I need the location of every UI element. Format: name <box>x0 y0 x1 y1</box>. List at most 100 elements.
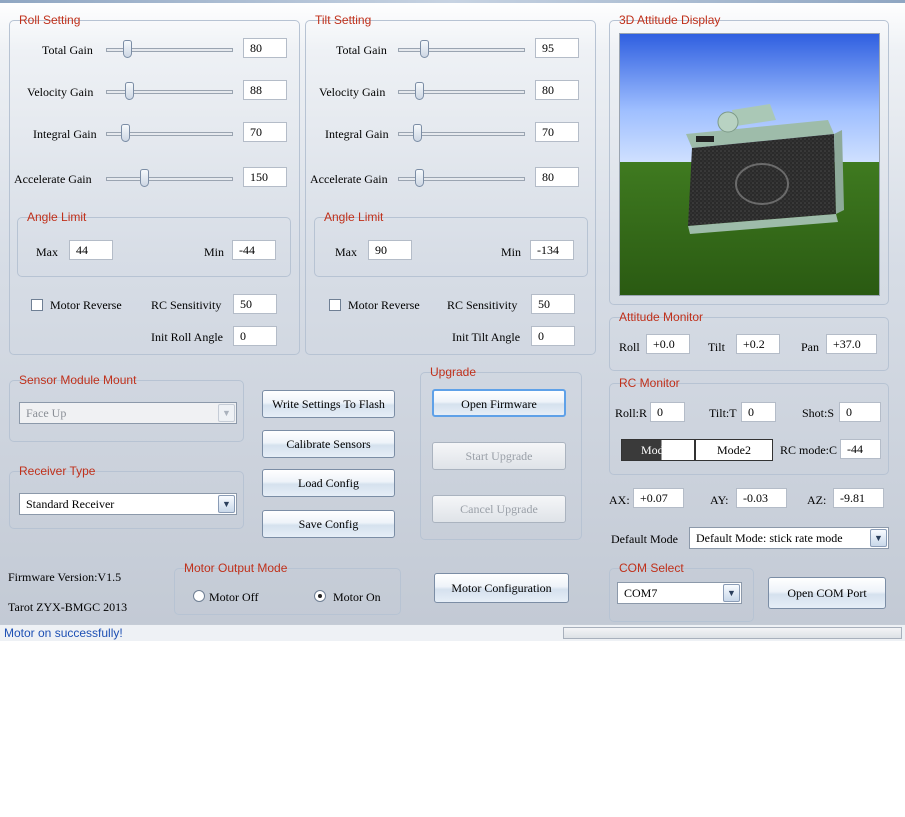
chevron-down-icon[interactable]: ▼ <box>218 495 235 513</box>
roll-accelerate-gain-input[interactable]: 150 <box>243 167 287 187</box>
tilt-accelerate-gain-input[interactable]: 80 <box>535 167 579 187</box>
az-label: AZ: <box>807 493 827 507</box>
tilt-max-input[interactable]: 90 <box>368 240 412 260</box>
slider-thumb[interactable] <box>415 82 424 100</box>
chevron-down-icon[interactable]: ▼ <box>723 584 740 602</box>
ay-label: AY: <box>710 493 729 507</box>
roll-integral-gain-input[interactable]: 70 <box>243 122 287 142</box>
tilt-min-input[interactable]: -134 <box>530 240 574 260</box>
tilt-velocity-gain-slider[interactable] <box>398 82 525 100</box>
rc-shot-label: Shot:S <box>802 406 835 420</box>
roll-accelerate-gain-slider[interactable] <box>106 169 233 187</box>
tilt-motor-reverse-checkbox[interactable] <box>329 299 341 311</box>
roll-angle-limit-title: Angle Limit <box>27 210 87 224</box>
firmware-version: Firmware Version:V1.5 <box>8 570 122 584</box>
motor-on-label: Motor On <box>333 590 381 604</box>
receiver-type-select[interactable]: Standard Receiver ▼ <box>19 493 237 515</box>
rc-mode-label: RC mode:C <box>780 443 838 457</box>
com-select-title: COM Select <box>619 561 684 575</box>
roll-total-gain-input[interactable]: 80 <box>243 38 287 58</box>
slider-thumb[interactable] <box>123 40 132 58</box>
window-top-border <box>0 0 905 3</box>
attitude-monitor-title: Attitude Monitor <box>619 310 704 324</box>
default-mode-label: Default Mode <box>611 532 678 546</box>
status-bar: Motor on successfully! <box>0 624 905 641</box>
roll-max-input[interactable]: 44 <box>69 240 113 260</box>
motor-off-radio[interactable] <box>193 590 205 602</box>
tilt-total-gain-input[interactable]: 95 <box>535 38 579 58</box>
save-config-button[interactable]: Save Config <box>262 510 395 538</box>
init-roll-angle-label: Init Roll Angle <box>151 330 223 344</box>
attitude-pan-label: Pan <box>801 340 819 354</box>
roll-velocity-gain-input[interactable]: 88 <box>243 80 287 100</box>
chevron-down-icon[interactable]: ▼ <box>870 529 887 547</box>
init-roll-angle-input[interactable]: 0 <box>233 326 277 346</box>
rc-monitor-title: RC Monitor <box>619 376 680 390</box>
slider-track <box>398 48 525 52</box>
init-tilt-angle-label: Init Tilt Angle <box>452 330 521 344</box>
slider-thumb[interactable] <box>125 82 134 100</box>
tilt-setting-title: Tilt Setting <box>315 13 372 27</box>
roll-total-gain-slider[interactable] <box>106 40 233 58</box>
chevron-down-icon[interactable]: ▼ <box>218 404 235 422</box>
rc-roll-value: 0 <box>650 402 685 422</box>
rc-tilt-value: 0 <box>741 402 776 422</box>
tilt-rc-sensitivity-input[interactable]: 50 <box>531 294 575 314</box>
com-port-select[interactable]: COM7 ▼ <box>617 582 742 604</box>
status-message: Motor on successfully! <box>4 626 123 640</box>
tilt-total-gain-slider[interactable] <box>398 40 525 58</box>
rc-tilt-label: Tilt:T <box>709 406 737 420</box>
roll-motor-reverse-label: Motor Reverse <box>50 298 122 312</box>
motor-configuration-button[interactable]: Motor Configuration <box>434 573 569 603</box>
attitude-tilt-label: Tilt <box>708 340 725 354</box>
roll-max-label: Max <box>36 245 58 259</box>
tilt-integral-gain-input[interactable]: 70 <box>535 122 579 142</box>
roll-min-label: Min <box>204 245 225 259</box>
mode1-indicator: Mode1 <box>621 439 695 461</box>
slider-thumb[interactable] <box>413 124 422 142</box>
roll-motor-reverse-checkbox[interactable] <box>31 299 43 311</box>
tilt-accelerate-gain-slider[interactable] <box>398 169 525 187</box>
motor-on-radio[interactable] <box>314 590 326 602</box>
tilt-velocity-gain-input[interactable]: 80 <box>535 80 579 100</box>
slider-thumb[interactable] <box>121 124 130 142</box>
rc-shot-value: 0 <box>839 402 881 422</box>
tilt-integral-gain-label: Integral Gain <box>325 127 389 141</box>
roll-rc-sensitivity-input[interactable]: 50 <box>233 294 277 314</box>
mode2-indicator: Mode2 <box>695 439 773 461</box>
default-mode-select[interactable]: Default Mode: stick rate mode ▼ <box>689 527 889 549</box>
camera-model-icon <box>620 34 879 295</box>
attitude-roll-label: Roll <box>619 340 640 354</box>
upgrade-title: Upgrade <box>430 365 477 379</box>
slider-thumb[interactable] <box>140 169 149 187</box>
rc-monitor-group: RC Monitor <box>609 376 889 475</box>
roll-integral-gain-slider[interactable] <box>106 124 233 142</box>
ay-value: -0.03 <box>736 488 787 508</box>
attitude-roll-value: +0.0 <box>646 334 690 354</box>
slider-thumb[interactable] <box>415 169 424 187</box>
write-settings-to-flash-button[interactable]: Write Settings To Flash <box>262 390 395 418</box>
progress-bar <box>563 627 902 639</box>
calibrate-sensors-button[interactable]: Calibrate Sensors <box>262 430 395 458</box>
ax-value: +0.07 <box>633 488 684 508</box>
tilt-motor-reverse-label: Motor Reverse <box>348 298 420 312</box>
roll-integral-gain-label: Integral Gain <box>33 127 97 141</box>
open-firmware-button[interactable]: Open Firmware <box>432 389 566 417</box>
roll-min-input[interactable]: -44 <box>232 240 276 260</box>
az-value: -9.81 <box>833 488 884 508</box>
attitude-display-title: 3D Attitude Display <box>619 13 721 27</box>
tilt-min-label: Min <box>501 245 522 259</box>
open-com-port-button[interactable]: Open COM Port <box>768 577 886 609</box>
load-config-button[interactable]: Load Config <box>262 469 395 497</box>
start-upgrade-button[interactable]: Start Upgrade <box>432 442 566 470</box>
app-window: Roll Setting Total Gain 80 Velocity Gain… <box>0 0 905 641</box>
slider-thumb[interactable] <box>420 40 429 58</box>
roll-velocity-gain-slider[interactable] <box>106 82 233 100</box>
ax-label: AX: <box>609 493 630 507</box>
roll-rc-sensitivity-label: RC Sensitivity <box>151 298 222 312</box>
tilt-integral-gain-slider[interactable] <box>398 124 525 142</box>
roll-setting-title: Roll Setting <box>19 13 81 27</box>
cancel-upgrade-button[interactable]: Cancel Upgrade <box>432 495 566 523</box>
sensor-mount-select[interactable]: Face Up ▼ <box>19 402 237 424</box>
init-tilt-angle-input[interactable]: 0 <box>531 326 575 346</box>
